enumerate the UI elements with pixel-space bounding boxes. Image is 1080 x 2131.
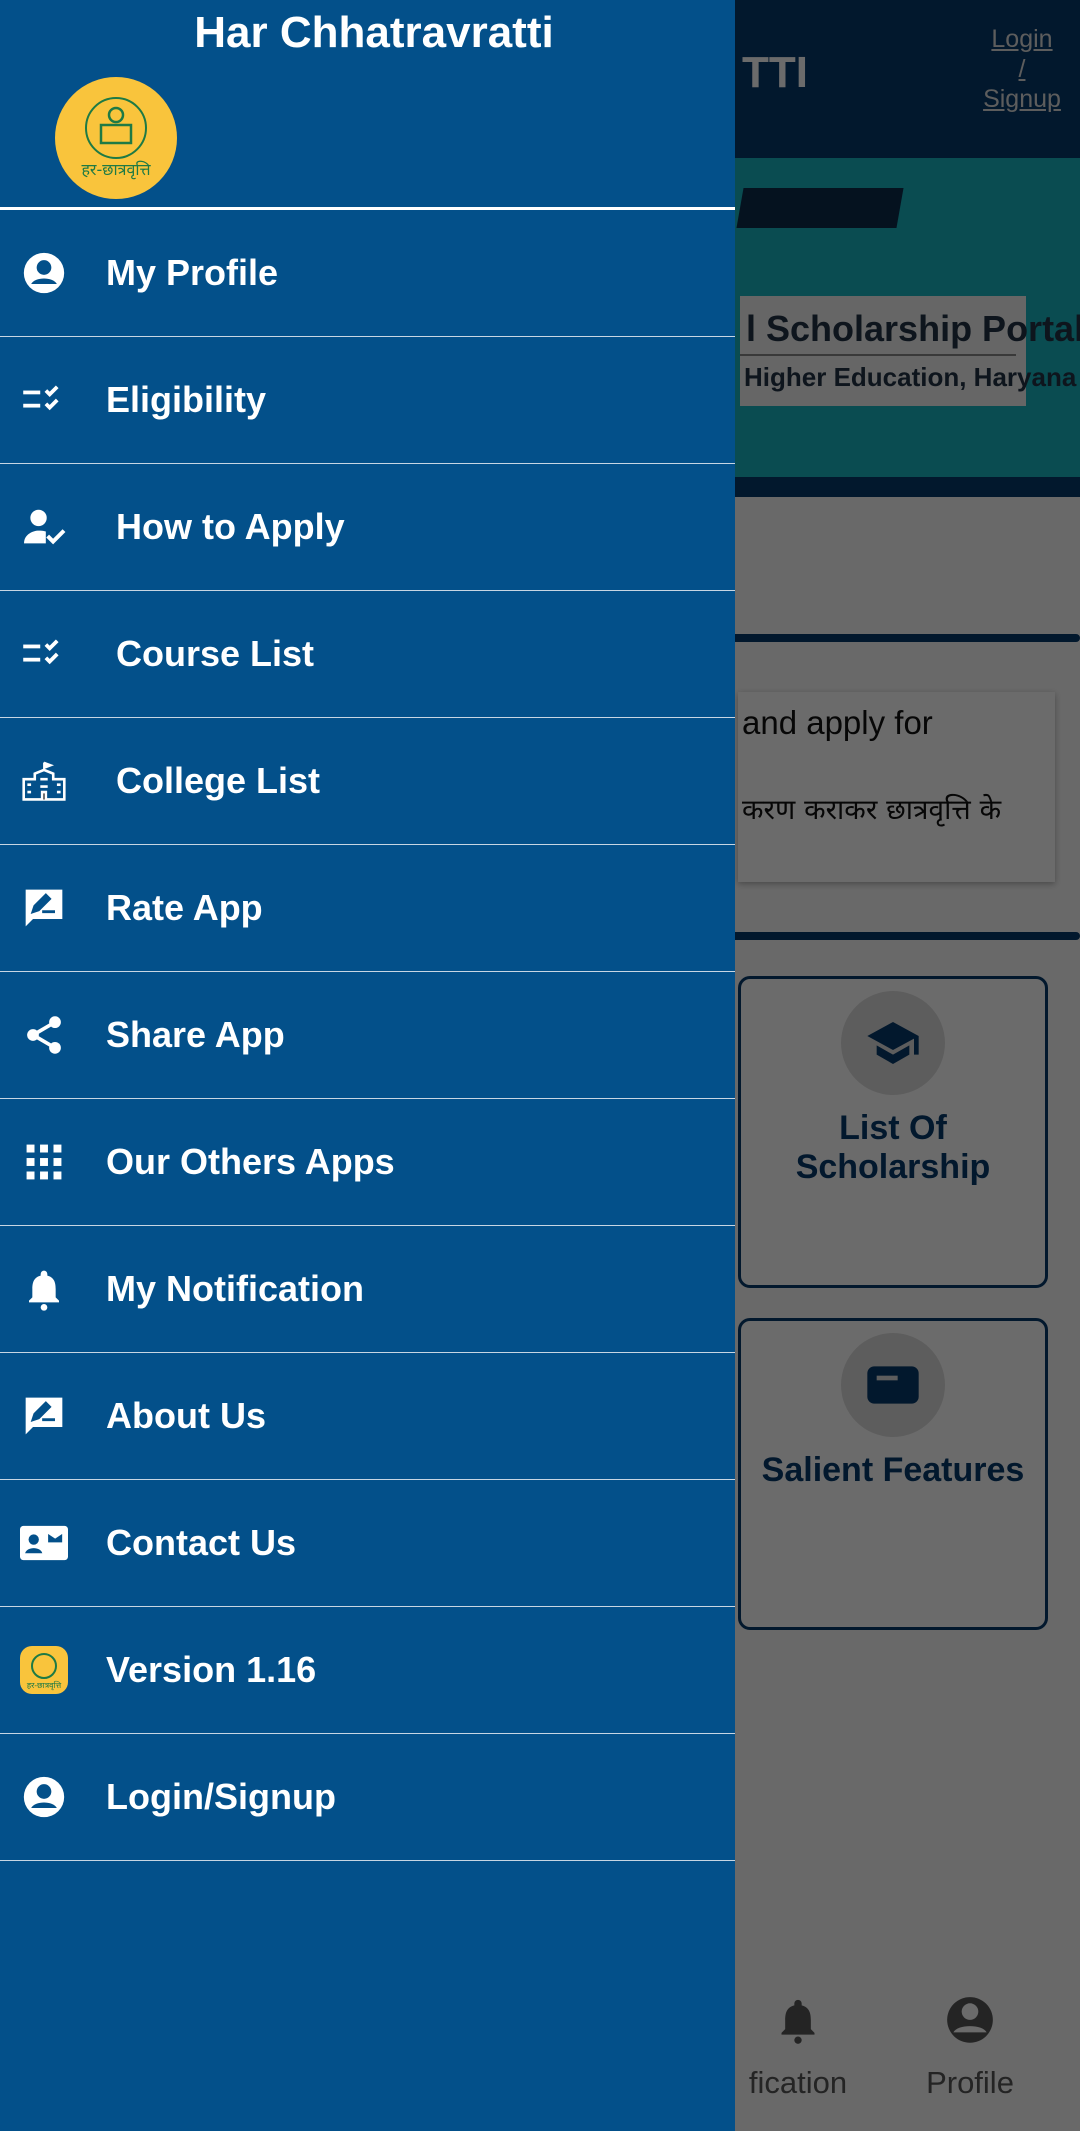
drawer-item-college-list[interactable]: College List	[0, 718, 735, 845]
drawer-item-label: Login/Signup	[106, 1776, 336, 1817]
drawer-item-rate-app[interactable]: Rate App	[0, 845, 735, 972]
bottom-nav-notification[interactable]: fication	[738, 1995, 858, 2101]
graduation-cap-icon	[841, 991, 945, 1095]
notice-card: and apply for करण कराकर छात्रवृत्ति के	[738, 692, 1055, 882]
person-check-icon	[20, 503, 68, 551]
drawer-item-label: My Profile	[106, 252, 279, 293]
checklist-icon	[20, 630, 68, 678]
navigation-drawer: Har Chhatravratti हर-छात्रवृत्ति My Prof…	[0, 0, 735, 2131]
drawer-item-my-notification[interactable]: My Notification	[0, 1226, 735, 1353]
login-signup-link[interactable]: Login / Signup	[972, 24, 1072, 114]
drawer-item-course-list[interactable]: Course List	[0, 591, 735, 718]
card-icon	[841, 1333, 945, 1437]
drawer-item-eligibility[interactable]: Eligibility	[0, 337, 735, 464]
drawer-item-label: Our Others Apps	[106, 1141, 395, 1182]
drawer-item-about-us[interactable]: About Us	[0, 1353, 735, 1480]
drawer-item-our-others-apps[interactable]: Our Others Apps	[0, 1099, 735, 1226]
drawer-item-contact-us[interactable]: Contact Us	[0, 1480, 735, 1607]
drawer-item-my-profile[interactable]: My Profile	[0, 210, 735, 337]
drawer-item-label: College List	[116, 760, 321, 801]
apps-grid-icon	[20, 1138, 68, 1186]
salient-features-card[interactable]: Salient Features	[738, 1318, 1048, 1630]
app-logo-icon: हर-छात्रवृत्ति	[20, 1646, 68, 1694]
drawer-item-label: Contact Us	[106, 1522, 297, 1563]
account-icon	[900, 1995, 1040, 2065]
bell-icon	[738, 1995, 858, 2065]
drawer-item-label: Rate App	[106, 887, 263, 928]
contact-card-icon	[20, 1519, 68, 1567]
drawer-item-label: My Notification	[106, 1268, 364, 1309]
checklist-icon	[20, 376, 68, 424]
bottom-nav-profile[interactable]: Profile	[900, 1995, 1040, 2101]
account-circle-icon	[20, 249, 68, 297]
drawer-item-version-1-16[interactable]: हर-छात्रवृत्ति Version 1.16	[0, 1607, 735, 1734]
rate-review-icon	[20, 1392, 68, 1440]
bell-icon	[20, 1265, 68, 1313]
account-circle-icon	[20, 1773, 68, 1821]
drawer-item-label: Course List	[116, 633, 315, 674]
svg-text:हर-छात्रवृत्ति: हर-छात्रवृत्ति	[81, 160, 151, 180]
app-logo: हर-छात्रवृत्ति	[55, 77, 177, 199]
list-of-scholarship-card[interactable]: List Of Scholarship	[738, 976, 1048, 1288]
drawer-item-label: Eligibility	[106, 379, 267, 420]
drawer-item-label: Version 1.16	[106, 1649, 317, 1690]
drawer-item-label: Share App	[106, 1014, 285, 1055]
app-title: TTI	[742, 48, 808, 97]
graduation-cap-illustration	[736, 188, 904, 228]
drawer-header: Har Chhatravratti हर-छात्रवृत्ति	[0, 0, 735, 210]
drawer-item-login-signup[interactable]: Login/Signup	[0, 1734, 735, 1861]
rate-review-icon	[20, 884, 68, 932]
drawer-item-label: About Us	[106, 1395, 266, 1436]
share-icon	[20, 1011, 68, 1059]
banner-board: l Scholarship Portal Higher Education, Ha…	[740, 296, 1080, 406]
drawer-item-label: How to Apply	[116, 506, 345, 547]
college-building-icon	[20, 757, 68, 805]
drawer-item-how-to-apply[interactable]: How to Apply	[0, 464, 735, 591]
drawer-item-share-app[interactable]: Share App	[0, 972, 735, 1099]
svg-text:हर-छात्रवृत्ति: हर-छात्रवृत्ति	[27, 1680, 62, 1691]
drawer-title: Har Chhatravratti	[194, 8, 554, 57]
